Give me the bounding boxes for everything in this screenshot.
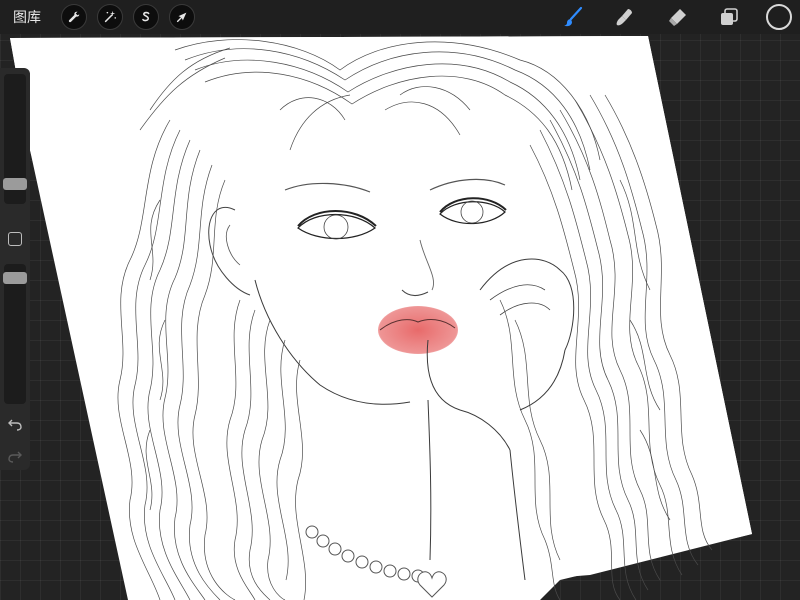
hair-strokes — [117, 39, 713, 600]
drawing-canvas[interactable] — [0, 0, 800, 600]
brush-size-thumb[interactable] — [3, 178, 27, 190]
fingers — [479, 258, 575, 351]
undo-icon — [8, 419, 22, 431]
right-tool-group — [534, 0, 792, 34]
left-eye — [297, 210, 377, 240]
top-toolbar: 图库 — [0, 0, 800, 34]
right-eyebrow — [429, 178, 506, 191]
hand-outline — [426, 339, 511, 451]
eraser-tool-button[interactable] — [664, 4, 690, 30]
wrench-icon — [68, 11, 80, 23]
brush-icon — [564, 6, 583, 27]
smudge-icon — [616, 9, 632, 26]
actions-button[interactable] — [61, 4, 87, 30]
redo-icon — [8, 451, 22, 463]
nose-tip — [401, 289, 429, 296]
brush-size-slider[interactable] — [3, 74, 27, 204]
left-eyebrow — [284, 182, 371, 193]
eraser-icon — [669, 9, 686, 26]
selection-s-icon — [142, 11, 150, 22]
gallery-button[interactable]: 图库 — [13, 7, 41, 27]
brush-tool-button[interactable] — [560, 4, 586, 30]
nose-line — [419, 239, 434, 291]
opacity-thumb[interactable] — [3, 272, 27, 284]
redo-button[interactable] — [7, 448, 25, 463]
magic-wand-icon — [104, 10, 117, 23]
smudge-tool-button[interactable] — [612, 4, 638, 30]
canvas-area[interactable] — [0, 0, 800, 600]
transform-button[interactable] — [169, 4, 195, 30]
opacity-slider[interactable] — [3, 264, 27, 404]
undo-button[interactable] — [7, 416, 25, 431]
jaw-line — [254, 279, 411, 405]
layers-button[interactable] — [716, 4, 742, 30]
lips — [378, 306, 458, 354]
color-picker-button[interactable] — [766, 4, 792, 30]
modify-button[interactable] — [8, 232, 22, 246]
necklace — [305, 525, 447, 598]
left-sidebar — [0, 68, 30, 470]
layers-icon — [721, 8, 738, 25]
paper-sheet — [10, 36, 752, 600]
selection-button[interactable] — [133, 4, 159, 30]
right-eye — [439, 197, 507, 225]
neck-line — [427, 399, 432, 561]
arrow-cursor-icon — [176, 12, 187, 23]
adjustments-button[interactable] — [97, 4, 123, 30]
ear — [208, 207, 251, 296]
